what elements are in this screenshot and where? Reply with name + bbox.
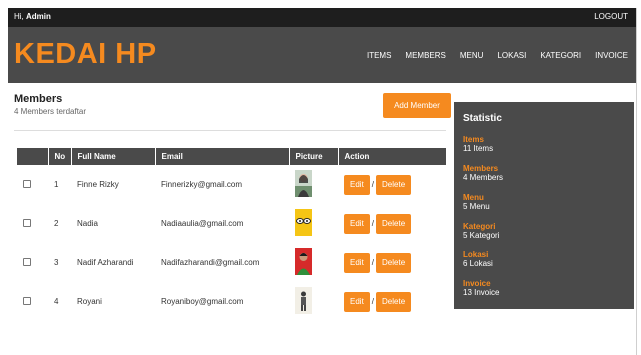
logout-link[interactable]: LOGOUT [594,12,628,21]
nav-kategori[interactable]: KATEGORI [540,51,581,60]
member-photo [295,248,312,275]
member-photo [295,209,312,236]
stat-menu: Menu 5 Menu [463,193,490,211]
nav-lokasi[interactable]: LOKASI [497,51,526,60]
stat-members: Members 4 Members [463,164,504,182]
nav-menu[interactable]: MENU [460,51,484,60]
edit-button[interactable]: Edit [344,252,370,273]
stat-lokasi: Lokasi 6 Lokasi [463,250,493,268]
nav-items[interactable]: ITEMS [367,51,391,60]
delete-button[interactable]: Delete [376,213,412,234]
edit-button[interactable]: Edit [344,174,370,195]
delete-button[interactable]: Delete [376,252,412,273]
row-name: Royani [77,297,102,306]
nav-invoice[interactable]: INVOICE [595,51,628,60]
table-row: 4 Royani Royaniboy@gmail.com Edit / Delete [17,282,446,321]
row-name: Nadia [77,219,98,228]
members-table: No Full Name Email Picture Action 1 Finn… [17,148,446,321]
col-full-name: Full Name [71,148,156,165]
header: KEDAI HP ITEMS MEMBERS MENU LOKASI KATEG… [8,27,636,83]
edit-button[interactable]: Edit [344,291,370,312]
row-checkbox[interactable] [23,296,31,305]
page-frame: Hi, Admin LOGOUT KEDAI HP ITEMS MEMBERS … [8,8,636,355]
page-title: Members [14,93,63,105]
main-nav: ITEMS MEMBERS MENU LOKASI KATEGORI INVOI… [367,51,636,60]
row-no: 3 [54,258,59,267]
member-count: 4 Members terdaftar [14,107,87,116]
action-separator: / [371,258,375,267]
top-bar: Hi, Admin LOGOUT [8,8,636,27]
divider [14,130,446,131]
greeting: Hi, Admin [14,12,51,21]
table-row: 1 Finne Rizky Finnerizky@gmail.com Edit /… [17,165,446,204]
row-checkbox[interactable] [23,179,31,188]
table-row: 3 Nadif Azharandi Nadifazharandi@gmail.c… [17,243,446,282]
delete-button[interactable]: Delete [376,174,412,195]
statistic-title: Statistic [463,113,502,124]
row-checkbox[interactable] [23,257,31,266]
frame-border [636,8,637,355]
action-separator: / [371,297,375,306]
action-separator: / [371,180,375,189]
row-checkbox[interactable] [23,218,31,227]
statistic-panel: Statistic Items 11 Items Members 4 Members… [454,102,634,309]
table-header: No Full Name Email Picture Action [17,148,446,165]
row-no: 4 [54,297,59,306]
member-photo [295,287,312,314]
row-no: 1 [54,180,59,189]
row-email: Nadiaaulia@gmail.com [161,219,244,228]
row-name: Nadif Azharandi [77,258,134,267]
row-name: Finne Rizky [77,180,119,189]
brand-logo[interactable]: KEDAI HP [14,38,157,71]
row-email: Nadifazharandi@gmail.com [161,258,260,267]
username: Admin [26,12,51,21]
row-no: 2 [54,219,59,228]
table-row: 2 Nadia Nadiaaulia@gmail.com Edit / Delete [17,204,446,243]
stat-items: Items 11 Items [463,135,494,153]
add-member-button[interactable]: Add Member [383,93,451,118]
col-action: Action [344,152,370,161]
edit-button[interactable]: Edit [344,213,370,234]
action-separator: / [371,219,375,228]
row-email: Finnerizky@gmail.com [161,180,243,189]
stat-invoice: Invoice 13 Invoice [463,279,500,297]
members-panel: Members 4 Members terdaftar Add Member N… [8,83,451,355]
col-picture: Picture [289,148,339,165]
member-photo [295,170,312,197]
delete-button[interactable]: Delete [376,291,412,312]
col-no: No [48,148,72,165]
stat-kategori: Kategori 5 Kategori [463,222,500,240]
col-select [17,148,49,165]
col-email: Email [155,148,290,165]
row-email: Royaniboy@gmail.com [161,297,244,306]
nav-members[interactable]: MEMBERS [405,51,445,60]
